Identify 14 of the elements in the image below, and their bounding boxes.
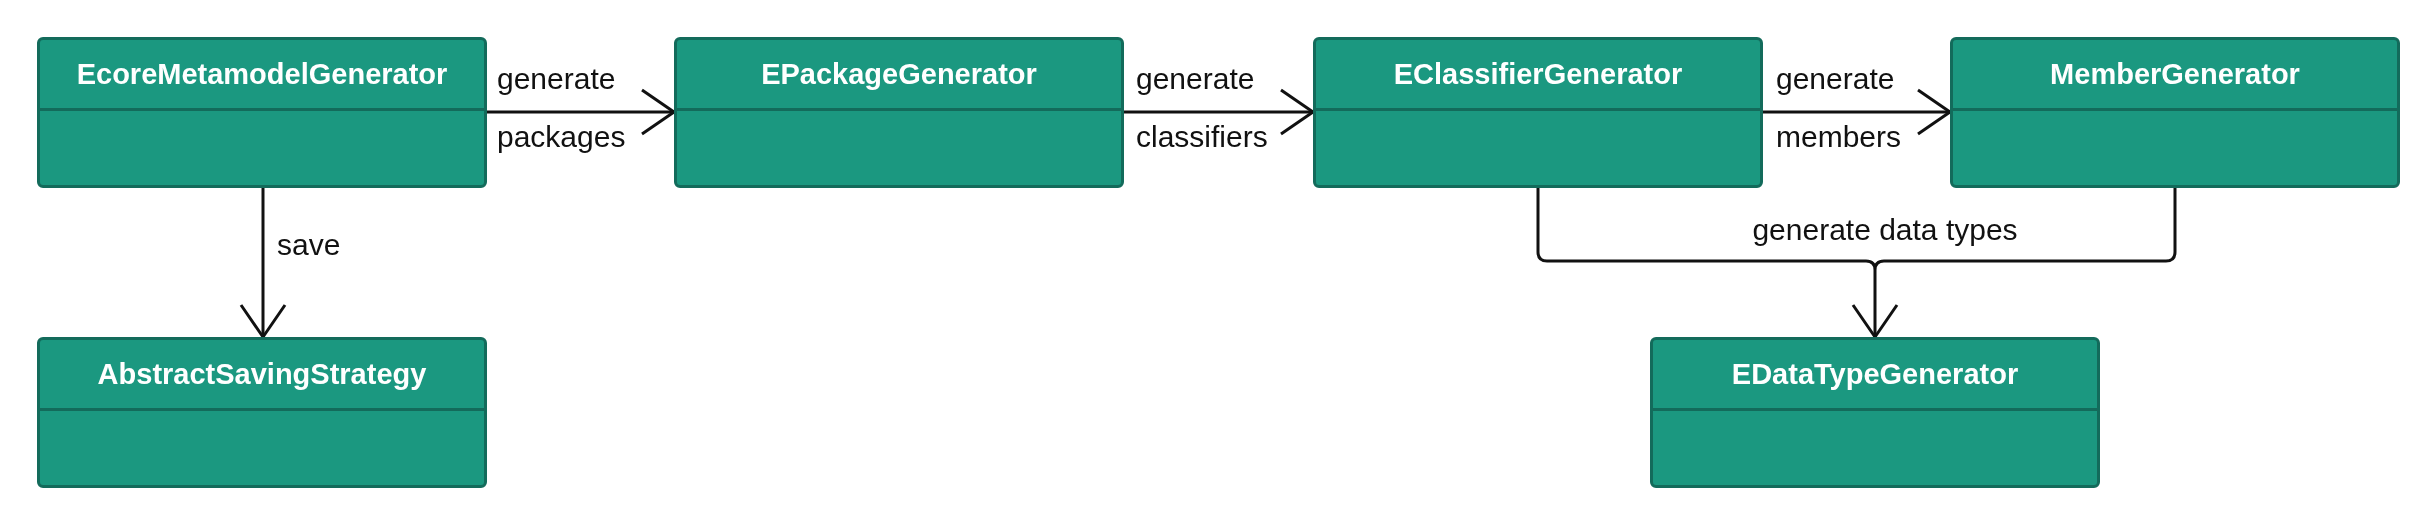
class-name: MemberGenerator (2050, 57, 2300, 91)
class-name: EcoreMetamodelGenerator (76, 57, 448, 91)
association-label: generate (1136, 62, 1255, 96)
class-name: EDataTypeGenerator (1731, 357, 2019, 391)
association-label: save (277, 228, 341, 262)
association-label: generate data types (1752, 213, 2018, 247)
association-label: classifiers (1136, 120, 1268, 154)
association-label: generate (1776, 62, 1895, 96)
association-label: members (1776, 120, 1902, 154)
class-name: EPackageGenerator (761, 57, 1037, 91)
class-name: EClassifierGenerator (1393, 57, 1683, 91)
association-label: packages (497, 120, 626, 154)
association-label: generate (497, 62, 616, 96)
class-name: AbstractSavingStrategy (97, 357, 427, 391)
